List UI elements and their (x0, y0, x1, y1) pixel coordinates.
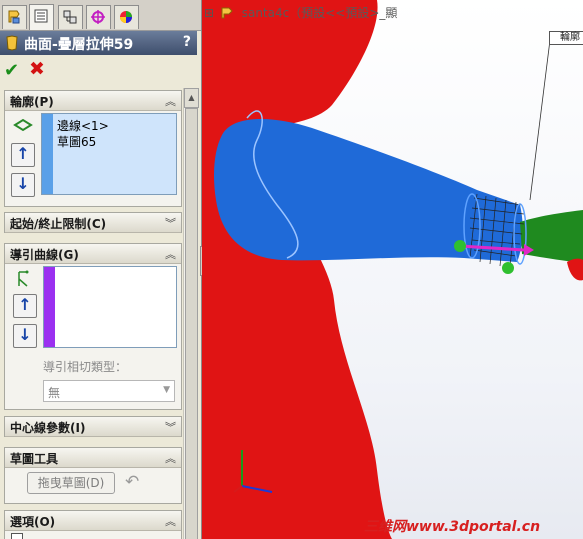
start-end-constraints-header[interactable]: 起始/終止限制(C) ︾ (5, 213, 181, 233)
graphics-viewport[interactable]: ⊞ santa4c（預設<<預設>_顯 輪廓 三维网www.3dportal.c… (202, 0, 583, 539)
start-end-constraints-title: 起始/終止限制(C) (10, 217, 107, 231)
display-manager-icon (120, 11, 132, 23)
expand-chevron-icon[interactable]: ︾ (165, 215, 176, 231)
feature-tree-flyout[interactable]: ⊞ santa4c（預設<<預設>_顯 (204, 4, 397, 21)
guide-curves-list[interactable] (43, 266, 177, 348)
guide-curves-title: 導引曲線(G) (10, 248, 79, 262)
options-header[interactable]: 選項(O) ︽ (5, 511, 181, 531)
callout-leader (529, 39, 551, 201)
property-manager-panel: 曲面-疊層拉伸59 ? ✔ ✖ 輪廓(P) ︽ ↑ ↓ 邊線<1> 草圖65 起… (0, 0, 202, 539)
profile-color-bar (42, 114, 53, 194)
option-checkbox[interactable] (11, 533, 23, 539)
move-up-button[interactable]: ↑ (13, 294, 37, 318)
arrow-down-icon: ↓ (16, 174, 30, 193)
connector-handle (454, 240, 466, 252)
profile-group-header[interactable]: 輪廓(P) ︽ (5, 91, 181, 111)
centerline-parameters-title: 中心線參數(I) (10, 421, 86, 435)
part-name: santa4c（預設<<預設>_顯 (241, 6, 398, 20)
model-render (202, 0, 583, 539)
centerline-parameters-header[interactable]: 中心線參數(I) ︾ (5, 417, 181, 437)
guide-curves-header[interactable]: 導引曲線(G) ︽ (5, 244, 181, 264)
collapse-chevron-icon[interactable]: ︽ (165, 246, 176, 262)
move-down-button[interactable]: ↓ (11, 173, 35, 197)
profile-group-title: 輪廓(P) (10, 95, 54, 109)
tab-dimxpert-manager[interactable] (86, 5, 111, 29)
list-item[interactable]: 草圖65 (57, 133, 96, 150)
move-up-button[interactable]: ↑ (11, 143, 35, 167)
scrollbar-thumb[interactable] (185, 108, 198, 539)
check-icon: ✔ (4, 60, 20, 81)
collapse-chevron-icon[interactable]: ︽ (165, 513, 176, 529)
expand-icon[interactable]: ⊞ (204, 6, 214, 20)
dropdown-arrow-icon: ▼ (163, 385, 170, 395)
x-icon: ✖ (29, 58, 45, 80)
guide-curve-icon (18, 270, 29, 287)
configuration-manager-icon (63, 10, 77, 24)
move-down-button[interactable]: ↓ (13, 324, 37, 348)
tab-feature-manager[interactable] (2, 5, 27, 29)
scroll-up-arrow-icon[interactable]: ▲ (184, 88, 199, 108)
tab-property-manager[interactable] (29, 4, 54, 30)
tab-configuration-manager[interactable] (58, 5, 83, 29)
profile-list[interactable]: 邊線<1> 草圖65 (41, 113, 177, 195)
ok-button[interactable]: ✔ (4, 60, 19, 81)
profile-icon (13, 118, 33, 132)
connector-handle (502, 262, 514, 274)
tangency-type-value: 無 (48, 386, 61, 400)
red-body (202, 0, 392, 539)
sketch-tools-header[interactable]: 草圖工具 ︽ (5, 448, 181, 468)
green-arm (520, 210, 583, 262)
collapse-chevron-icon[interactable]: ︽ (165, 450, 176, 466)
feature-title: 曲面-疊層拉伸59 (24, 37, 134, 53)
start-end-constraints-group: 起始/終止限制(C) ︾ (4, 212, 182, 233)
red-hand (567, 258, 583, 281)
guide-color-bar (44, 267, 55, 347)
feature-manager-icon (8, 10, 20, 24)
sketch-tools-group: 草圖工具 ︽ 拖曳草圖(D) ↶ (4, 447, 182, 504)
centerline-parameters-group: 中心線參數(I) ︾ (4, 416, 182, 437)
ok-cancel-row: ✔ ✖ (0, 56, 197, 84)
options-title: 選項(O) (10, 515, 56, 529)
drag-sketch-button[interactable]: 拖曳草圖(D) (27, 472, 115, 494)
expand-chevron-icon[interactable]: ︾ (165, 419, 176, 435)
profile-callout[interactable]: 輪廓 (549, 31, 583, 45)
options-group: 選項(O) ︽ (4, 510, 182, 539)
sketch-tools-title: 草圖工具 (10, 452, 59, 466)
dimxpert-icon (91, 10, 105, 24)
tab-display-manager[interactable] (114, 5, 139, 29)
arrow-down-icon: ↓ (18, 325, 32, 344)
loft-surface-icon (6, 35, 18, 51)
feature-title-bar: 曲面-疊層拉伸59 ? (0, 31, 197, 55)
undo-sketch-drag-icon[interactable]: ↶ (125, 472, 139, 492)
tangency-type-select[interactable]: 無 ▼ (43, 380, 175, 402)
property-manager-icon (34, 9, 48, 23)
list-item[interactable]: 邊線<1> (57, 117, 109, 134)
arrow-up-icon: ↑ (18, 295, 32, 314)
help-button[interactable]: ? (183, 34, 191, 50)
panel-scrollbar[interactable]: ▲ (183, 88, 199, 539)
part-icon (221, 7, 233, 19)
profile-group: 輪廓(P) ︽ ↑ ↓ 邊線<1> 草圖65 (4, 90, 182, 207)
cancel-button[interactable]: ✖ (29, 58, 45, 80)
arrow-up-icon: ↑ (16, 144, 30, 163)
tangency-type-label: 導引相切類型： (43, 360, 128, 374)
manager-tabs (0, 0, 201, 31)
guide-curves-group: 導引曲線(G) ︽ ↑ ↓ 導引相切類型： 無 ▼ (4, 243, 182, 410)
watermark: 三维网www.3dportal.cn (364, 519, 541, 535)
collapse-chevron-icon[interactable]: ︽ (165, 93, 176, 109)
